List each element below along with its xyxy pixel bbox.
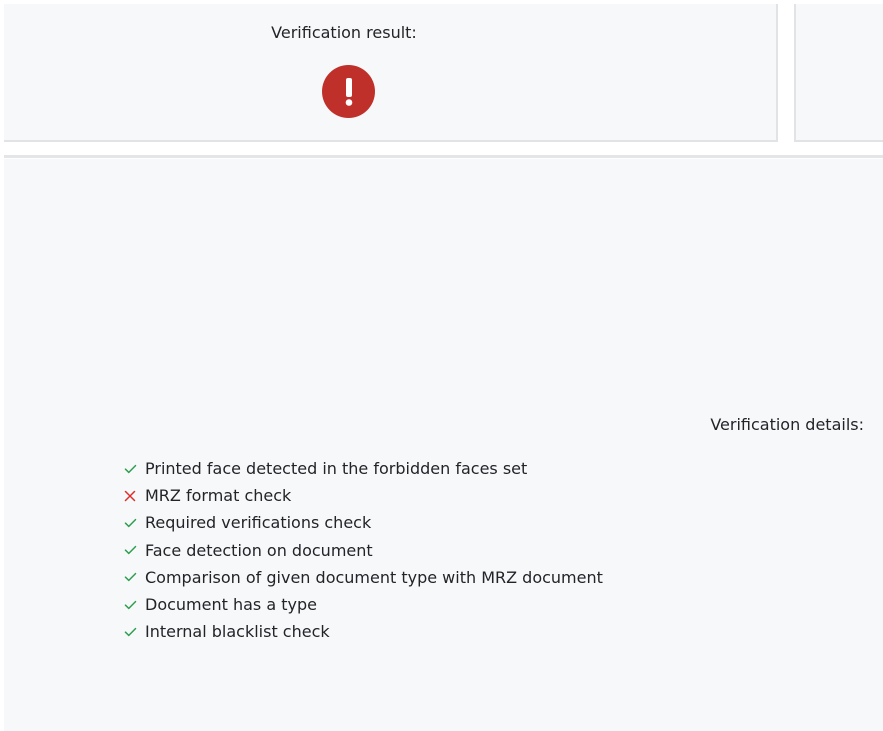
verification-check-item: Required verifications check bbox=[123, 509, 603, 536]
verification-check-item: Internal blacklist check bbox=[123, 618, 603, 645]
check-icon bbox=[123, 570, 137, 584]
verification-check-item: MRZ format check bbox=[123, 482, 603, 509]
check-icon bbox=[123, 598, 137, 612]
exclamation-circle-icon bbox=[322, 65, 375, 118]
verification-check-item: Comparison of given document type with M… bbox=[123, 564, 603, 591]
section-divider bbox=[4, 155, 883, 158]
verification-check-item: Printed face detected in the forbidden f… bbox=[123, 455, 603, 482]
verification-check-label: Required verifications check bbox=[145, 513, 372, 533]
verification-page: Verification result: Verification detail… bbox=[0, 0, 883, 731]
check-icon bbox=[123, 625, 137, 639]
verification-result-label: Verification result: bbox=[271, 23, 417, 42]
verification-details-panel: Verification details: Printed face detec… bbox=[4, 159, 883, 731]
verification-check-label: Comparison of given document type with M… bbox=[145, 567, 603, 587]
check-icon bbox=[123, 462, 137, 476]
verification-result-card: Verification result: bbox=[4, 4, 778, 142]
cross-icon bbox=[123, 489, 137, 503]
check-icon bbox=[123, 516, 137, 530]
verification-check-label: Printed face detected in the forbidden f… bbox=[145, 459, 528, 479]
verification-check-item: Face detection on document bbox=[123, 537, 603, 564]
verification-check-label: MRZ format check bbox=[145, 486, 292, 506]
exclamation-glyph bbox=[345, 77, 352, 106]
verification-check-label: Document has a type bbox=[145, 595, 317, 615]
verification-checks-list: Printed face detected in the forbidden f… bbox=[123, 455, 603, 645]
side-card bbox=[794, 4, 883, 142]
verification-check-item: Document has a type bbox=[123, 591, 603, 618]
verification-check-label: Internal blacklist check bbox=[145, 622, 330, 642]
verification-check-label: Face detection on document bbox=[145, 540, 373, 560]
verification-details-label: Verification details: bbox=[710, 415, 864, 434]
check-icon bbox=[123, 543, 137, 557]
